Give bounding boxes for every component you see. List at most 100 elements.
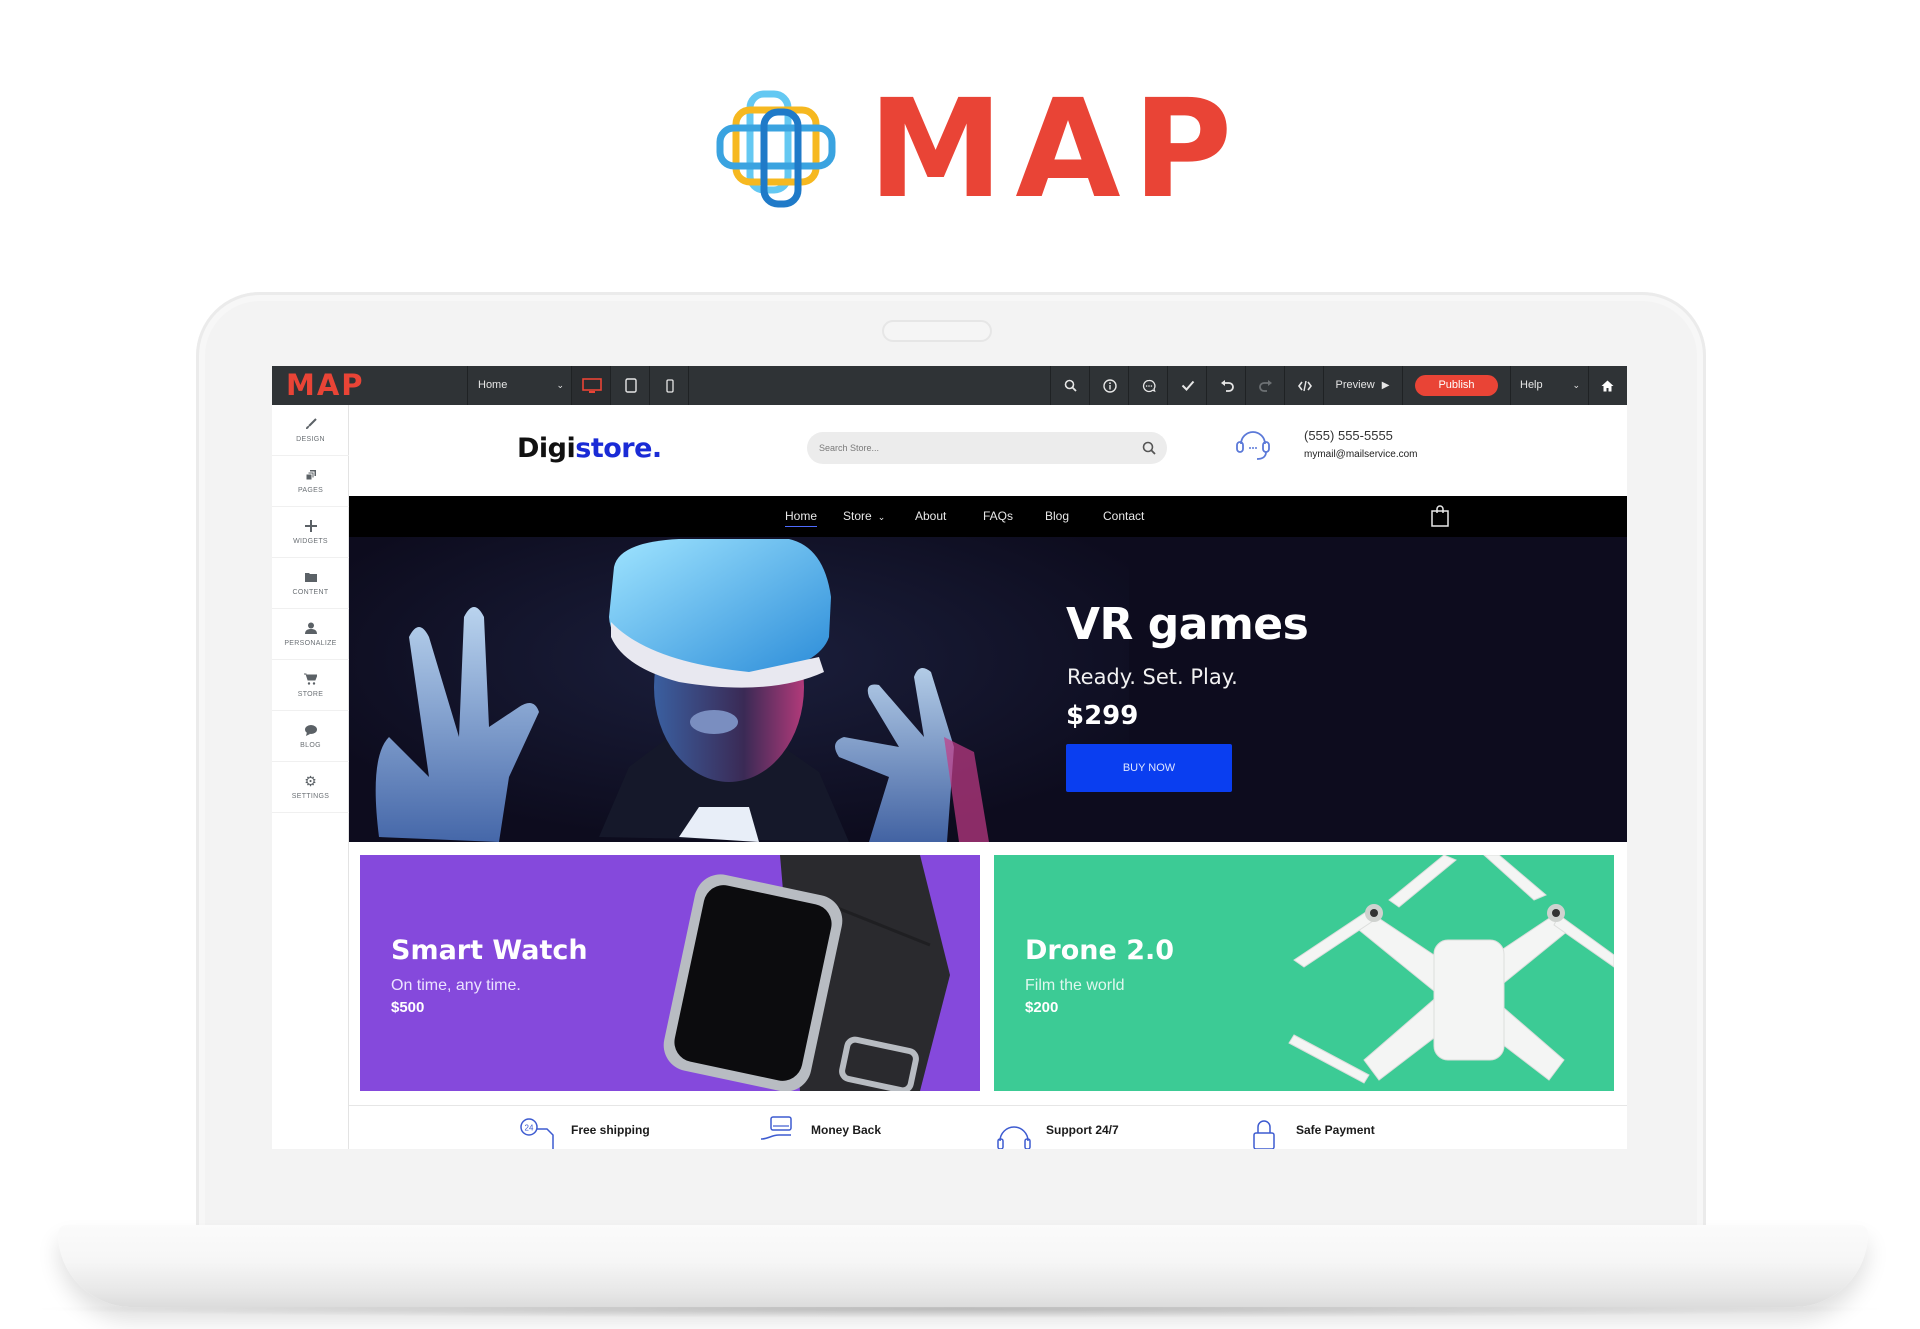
toolbar-divider	[688, 366, 689, 405]
promo-title: Smart Watch	[391, 935, 588, 966]
editor-sidebar: DESIGN PAGES WIDGETS CONTENT PERSONALIZE…	[272, 405, 349, 1149]
hero-vr-image	[349, 537, 1129, 842]
page-select-value: Home	[478, 379, 508, 391]
undo-button[interactable]	[1207, 366, 1246, 405]
sidebar-item-pages[interactable]: PAGES	[272, 456, 349, 507]
contact-email[interactable]: mymail@mailservice.com	[1304, 449, 1418, 460]
nav-item-home[interactable]: Home	[785, 496, 818, 537]
undo-icon	[1220, 380, 1234, 392]
editor-logo[interactable]: MAP	[286, 370, 365, 401]
drone-image	[1288, 855, 1614, 1084]
check-button[interactable]	[1168, 366, 1207, 405]
check-icon	[1181, 380, 1194, 391]
page-select[interactable]: Home ⌄	[468, 366, 572, 405]
site-canvas: Digistore. (555) 555-5555 mymail@mailser…	[349, 405, 1627, 1149]
money-back-icon	[760, 1116, 792, 1140]
brush-icon	[304, 417, 318, 431]
nav-item-blog[interactable]: Blog	[1045, 496, 1069, 537]
feature-safe-payment: Safe Payment	[1244, 1115, 1375, 1149]
comment-button[interactable]	[1129, 366, 1168, 405]
gear-icon: ⚙	[304, 772, 317, 789]
pages-icon	[304, 468, 318, 482]
nav-item-contact[interactable]: Contact	[1103, 496, 1144, 537]
desktop-icon	[581, 377, 602, 393]
nav-item-label: Store	[843, 509, 872, 523]
buy-now-button[interactable]: BUY NOW	[1066, 744, 1232, 792]
sidebar-item-label: WIDGETS	[293, 538, 328, 545]
promo-price: $500	[391, 999, 425, 1016]
code-button[interactable]	[1285, 366, 1324, 405]
redo-button[interactable]	[1246, 366, 1285, 405]
site-logo-part1: Digi	[517, 433, 576, 464]
search-button[interactable]	[1051, 366, 1090, 405]
laptop-base	[58, 1225, 1868, 1307]
feature-money-back: Money Back	[759, 1115, 881, 1145]
info-button[interactable]	[1090, 366, 1129, 405]
brand-logo-wordmark: MAP	[868, 71, 1245, 229]
promo-card-smart-watch[interactable]: Smart Watch On time, any time. $500	[360, 855, 980, 1091]
svg-text:24: 24	[525, 1124, 534, 1133]
nav-item-store[interactable]: Store ⌄	[843, 496, 885, 537]
hero-banner: VR games Ready. Set. Play. $299 BUY NOW	[349, 537, 1627, 842]
features-row: 24 Free shipping Money Back Support 24/7…	[349, 1105, 1627, 1149]
sidebar-item-personalize[interactable]: PERSONALIZE	[272, 609, 349, 660]
device-tablet-button[interactable]	[611, 366, 650, 405]
help-select[interactable]: Help ⌄	[1510, 366, 1588, 405]
promo-price: $200	[1025, 999, 1059, 1016]
shopping-bag-icon[interactable]	[1430, 505, 1450, 527]
sidebar-item-widgets[interactable]: WIDGETS	[272, 507, 349, 558]
preview-button[interactable]: Preview ▶	[1323, 366, 1402, 405]
info-icon	[1102, 378, 1117, 393]
sidebar-item-content[interactable]: CONTENT	[272, 558, 349, 609]
device-desktop-button[interactable]	[572, 366, 611, 405]
code-icon	[1297, 380, 1312, 391]
redo-icon	[1258, 380, 1272, 392]
feature-label: Money Back	[811, 1123, 882, 1137]
toolbar-divider	[1402, 366, 1403, 405]
headset-icon	[1236, 431, 1270, 460]
help-select-value: Help	[1520, 379, 1543, 391]
home-button[interactable]	[1588, 366, 1627, 405]
chevron-down-icon: ⌄	[877, 512, 886, 522]
sidebar-item-label: DESIGN	[296, 436, 325, 443]
site-logo[interactable]: Digistore.	[517, 429, 662, 469]
sidebar-item-blog[interactable]: BLOG	[272, 711, 349, 762]
promo-subtitle: On time, any time.	[391, 977, 521, 994]
site-search-input[interactable]	[819, 432, 1119, 464]
publish-button[interactable]: Publish	[1415, 375, 1498, 396]
nav-item-about[interactable]: About	[915, 496, 946, 537]
sidebar-item-label: STORE	[297, 691, 324, 698]
nav-item-faqs[interactable]: FAQs	[983, 496, 1013, 537]
device-mobile-button[interactable]	[650, 366, 689, 405]
contact-phone[interactable]: (555) 555-5555	[1304, 428, 1393, 443]
promo-subtitle: Film the world	[1025, 977, 1125, 994]
feature-free-shipping: 24 Free shipping	[519, 1115, 650, 1149]
laptop-screen: MAP Home ⌄ Preview ▶ Publish Help ⌄ DESI…	[272, 366, 1627, 1149]
smart-watch-image	[663, 855, 950, 1091]
shipping-24-icon: 24	[520, 1118, 554, 1149]
brand-logo: MAP	[716, 82, 1232, 218]
brand-logo-mark-icon	[716, 90, 836, 208]
feature-support: Support 24/7	[994, 1115, 1119, 1149]
preview-label: Preview	[1335, 379, 1375, 391]
comment-icon	[1142, 379, 1156, 392]
sidebar-item-design[interactable]: DESIGN	[272, 405, 349, 456]
folder-icon	[304, 570, 318, 584]
sidebar-item-label: BLOG	[300, 742, 321, 749]
lock-icon	[1253, 1120, 1275, 1149]
hero-price: $299	[1066, 701, 1139, 731]
play-icon: ▶	[1381, 380, 1390, 391]
site-header: Digistore. (555) 555-5555 mymail@mailser…	[349, 405, 1627, 496]
promo-card-drone[interactable]: Drone 2.0 Film the world $200	[994, 855, 1614, 1091]
search-icon	[1064, 379, 1077, 392]
sidebar-item-label: SETTINGS	[291, 793, 330, 800]
search-icon[interactable]	[1141, 440, 1157, 456]
feature-label: Support 24/7	[1046, 1123, 1119, 1137]
tablet-icon	[624, 378, 637, 393]
home-icon	[1601, 380, 1614, 391]
sidebar-item-settings[interactable]: ⚙ SETTINGS	[272, 762, 349, 813]
laptop-camera	[882, 320, 992, 342]
plus-icon	[304, 519, 318, 533]
sidebar-item-store[interactable]: STORE	[272, 660, 349, 711]
cart-icon	[304, 672, 318, 686]
